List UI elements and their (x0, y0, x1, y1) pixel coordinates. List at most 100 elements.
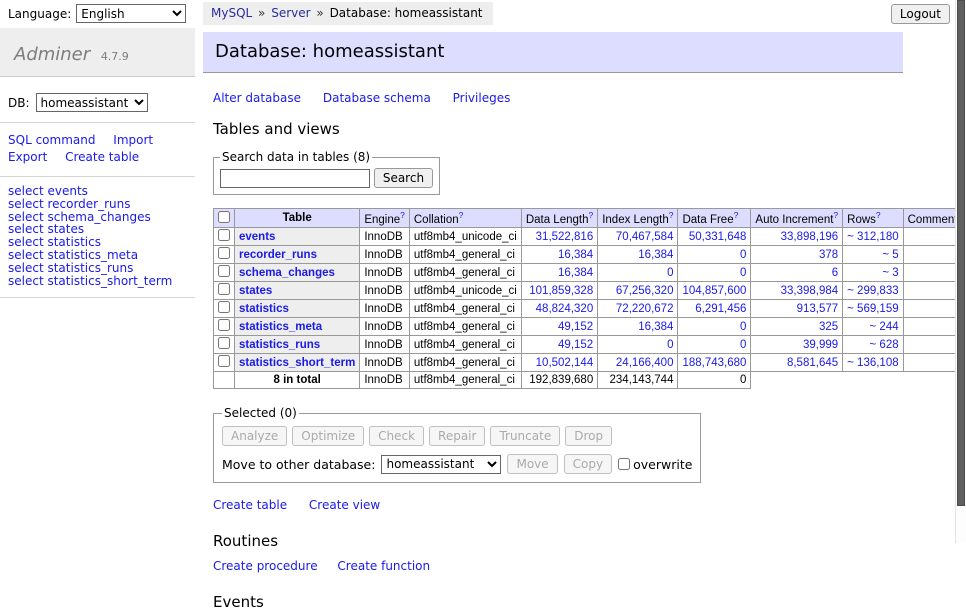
table-name-link[interactable]: recorder_runs (239, 249, 317, 261)
breadcrumb-server-type-link[interactable]: MySQL (211, 6, 252, 20)
data-length-link[interactable]: 10,502,144 (536, 357, 594, 369)
data-length-link[interactable]: 16,384 (558, 267, 593, 279)
table-name-link[interactable]: states (239, 285, 272, 297)
repair-button[interactable]: Repair (429, 426, 485, 446)
data-free-link[interactable]: 0 (740, 321, 746, 333)
optimize-button[interactable]: Optimize (292, 426, 364, 446)
rows-link[interactable]: ~ 3 (882, 267, 898, 279)
help-icon[interactable]: ? (833, 210, 838, 220)
index-length-link[interactable]: 16,384 (638, 321, 673, 333)
rows-link[interactable]: ~ 299,833 (847, 285, 898, 297)
rows-link[interactable]: ~ 244 (870, 321, 899, 333)
help-icon[interactable]: ? (876, 210, 881, 220)
data-free-link[interactable]: 104,857,600 (682, 285, 746, 297)
table-name-link[interactable]: statistics_short_term (239, 357, 355, 369)
index-length-link[interactable]: 72,220,672 (616, 303, 674, 315)
auto-increment-link[interactable]: 8,581,645 (787, 357, 838, 369)
table-name-link[interactable]: schema_changes (239, 267, 335, 279)
rows-link[interactable]: ~ 569,159 (847, 303, 898, 315)
auto-increment-link[interactable]: 6 (832, 267, 838, 279)
breadcrumb-server-link[interactable]: Server (271, 6, 310, 20)
search-input[interactable] (220, 169, 370, 188)
help-icon[interactable]: ? (400, 210, 405, 220)
language-select[interactable]: English (76, 4, 186, 23)
sidebar-table-select-link[interactable]: select statistics_runs (8, 262, 187, 275)
index-length-link[interactable]: 70,467,584 (616, 231, 674, 243)
rows-link[interactable]: ~ 5 (882, 249, 898, 261)
drop-button[interactable]: Drop (565, 426, 612, 446)
database-schema-link[interactable]: Database schema (323, 91, 431, 105)
row-checkbox[interactable] (218, 319, 230, 331)
select-all-checkbox[interactable] (218, 211, 230, 223)
sidebar-table-select-link[interactable]: select recorder_runs (8, 198, 187, 211)
db-select[interactable]: homeassistant (36, 93, 148, 112)
copy-button[interactable]: Copy (564, 454, 612, 474)
data-length-link[interactable]: 49,152 (558, 321, 593, 333)
check-button[interactable]: Check (369, 426, 424, 446)
sidebar-link-sql-command[interactable]: SQL command (8, 133, 95, 147)
data-length-link[interactable]: 49,152 (558, 339, 593, 351)
row-checkbox[interactable] (218, 355, 230, 367)
table-header-row: Table Engine? Collation? Data Length? In… (214, 209, 966, 228)
sidebar-link-create-table[interactable]: Create table (65, 150, 139, 164)
index-length-link[interactable]: 0 (667, 267, 673, 279)
scrollbar-thumb[interactable] (957, 0, 965, 506)
data-free-link[interactable]: 0 (740, 267, 746, 279)
auto-increment-link[interactable]: 325 (819, 321, 838, 333)
help-icon[interactable]: ? (588, 210, 593, 220)
row-checkbox[interactable] (218, 229, 230, 241)
auto-increment-link[interactable]: 33,898,196 (781, 231, 839, 243)
table-name-link[interactable]: events (239, 231, 275, 243)
analyze-button[interactable]: Analyze (222, 426, 287, 446)
data-free-link[interactable]: 0 (740, 339, 746, 351)
move-button[interactable]: Move (507, 454, 557, 474)
index-length-link[interactable]: 67,256,320 (616, 285, 674, 297)
rows-link[interactable]: ~ 628 (870, 339, 899, 351)
data-length-link[interactable]: 31,522,816 (536, 231, 594, 243)
row-checkbox[interactable] (218, 265, 230, 277)
data-length-link[interactable]: 48,824,320 (536, 303, 594, 315)
data-free-link[interactable]: 0 (740, 249, 746, 261)
help-icon[interactable]: ? (669, 210, 674, 220)
data-length-link[interactable]: 16,384 (558, 249, 593, 261)
vertical-scrollbar[interactable] (955, 0, 966, 543)
search-button[interactable]: Search (374, 168, 433, 188)
auto-increment-link[interactable]: 913,577 (797, 303, 839, 315)
row-checkbox[interactable] (218, 247, 230, 259)
rows-link[interactable]: ~ 136,108 (847, 357, 898, 369)
index-length-link[interactable]: 0 (667, 339, 673, 351)
auto-increment-link[interactable]: 378 (819, 249, 838, 261)
alter-database-link[interactable]: Alter database (213, 91, 301, 105)
row-checkbox[interactable] (218, 301, 230, 313)
index-length-link[interactable]: 24,166,400 (616, 357, 674, 369)
move-database-select[interactable]: homeassistant (381, 455, 501, 474)
table-name-link[interactable]: statistics_runs (239, 339, 320, 351)
auto-increment-link[interactable]: 39,999 (803, 339, 838, 351)
create-procedure-link[interactable]: Create procedure (213, 559, 318, 573)
help-icon[interactable]: ? (734, 210, 739, 220)
data-length-link[interactable]: 101,859,328 (529, 285, 593, 297)
data-free-link[interactable]: 6,291,456 (695, 303, 746, 315)
row-checkbox[interactable] (218, 283, 230, 295)
row-checkbox[interactable] (218, 337, 230, 349)
create-view-link[interactable]: Create view (309, 498, 380, 512)
table-name-link[interactable]: statistics (239, 303, 289, 315)
sidebar-link-export[interactable]: Export (8, 150, 47, 164)
data-free-link[interactable]: 50,331,648 (689, 231, 747, 243)
sidebar-table-select-link[interactable]: select statistics_meta (8, 249, 187, 262)
truncate-button[interactable]: Truncate (490, 426, 560, 446)
overwrite-option[interactable]: overwrite (618, 457, 692, 472)
auto-increment-link[interactable]: 33,398,984 (781, 285, 839, 297)
privileges-link[interactable]: Privileges (453, 91, 511, 105)
sidebar-link-import[interactable]: Import (113, 133, 153, 147)
overwrite-checkbox[interactable] (618, 458, 630, 470)
create-function-link[interactable]: Create function (337, 559, 430, 573)
create-table-link[interactable]: Create table (213, 498, 287, 512)
sidebar-table-select-link[interactable]: select events (8, 185, 187, 198)
index-length-link[interactable]: 16,384 (638, 249, 673, 261)
data-free-link[interactable]: 188,743,680 (682, 357, 746, 369)
table-name-link[interactable]: statistics_meta (239, 321, 322, 333)
sidebar-table-select-link[interactable]: select statistics_short_term (8, 275, 187, 288)
help-icon[interactable]: ? (459, 210, 464, 220)
rows-link[interactable]: ~ 312,180 (847, 231, 898, 243)
